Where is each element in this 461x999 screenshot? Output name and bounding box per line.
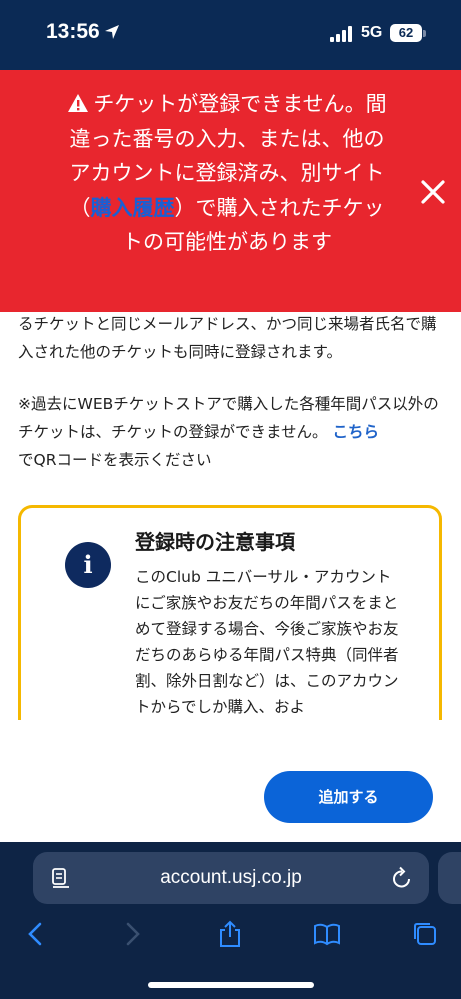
signal-icon bbox=[330, 26, 352, 42]
home-indicator bbox=[148, 982, 314, 988]
share-icon[interactable] bbox=[216, 920, 244, 948]
notice-body: このClub ユニバーサル・アカウントにご家族やお友だちの年間パスをまとめて登録… bbox=[135, 568, 399, 716]
battery-icon: 62 bbox=[390, 24, 422, 42]
browser-toolbar: account.usj.co.jp bbox=[0, 842, 461, 999]
here-link[interactable]: こちら bbox=[332, 423, 379, 441]
past-purchase-tail: でQRコードを表示ください bbox=[18, 451, 212, 469]
url-text[interactable]: account.usj.co.jp bbox=[33, 852, 429, 904]
reload-icon[interactable] bbox=[391, 866, 413, 890]
notice-title: 登録時の注意事項 bbox=[135, 530, 295, 554]
tabs-icon[interactable] bbox=[411, 920, 439, 948]
bookmarks-icon[interactable] bbox=[313, 920, 341, 948]
error-banner: チケットが登録できません。間違った番号の入力、または、他のアカウントに登録済み、… bbox=[0, 70, 461, 312]
forward-icon[interactable] bbox=[118, 920, 146, 948]
battery-tip bbox=[423, 30, 426, 37]
network-label: 5G bbox=[361, 24, 383, 41]
error-message: チケットが登録できません。間違った番号の入力、または、他のアカウントに登録済み、… bbox=[62, 87, 392, 260]
warning-icon bbox=[68, 94, 89, 112]
add-button[interactable]: 追加する bbox=[264, 771, 433, 823]
purchase-history-link[interactable]: 購入履歴 bbox=[91, 196, 175, 220]
status-time: 13:56 bbox=[46, 20, 100, 43]
location-arrow-icon bbox=[105, 25, 119, 39]
status-bar: 13:56 5G 62 bbox=[0, 0, 461, 70]
notice-box: i 登録時の注意事項 このClub ユニバーサル・アカウントにご家族やお友だちの… bbox=[18, 505, 442, 755]
registration-info-text-body: るチケットと同じメールアドレス、かつ同じ来場者氏名で購入された他のチケットも同時… bbox=[18, 315, 437, 361]
back-icon[interactable] bbox=[22, 920, 50, 948]
next-tab-preview[interactable] bbox=[438, 852, 461, 904]
info-icon: i bbox=[65, 542, 111, 588]
address-bar[interactable]: account.usj.co.jp bbox=[33, 852, 429, 904]
past-purchase-notice: ※過去にWEBチケットストアで購入した各種年間パス以外のチケットは、チケットの登… bbox=[18, 390, 443, 474]
registration-info-text: るチケットと同じメールアドレス、かつ同じ来場者氏名で購入された他のチケットも同時… bbox=[18, 310, 443, 366]
close-icon[interactable] bbox=[416, 175, 450, 209]
